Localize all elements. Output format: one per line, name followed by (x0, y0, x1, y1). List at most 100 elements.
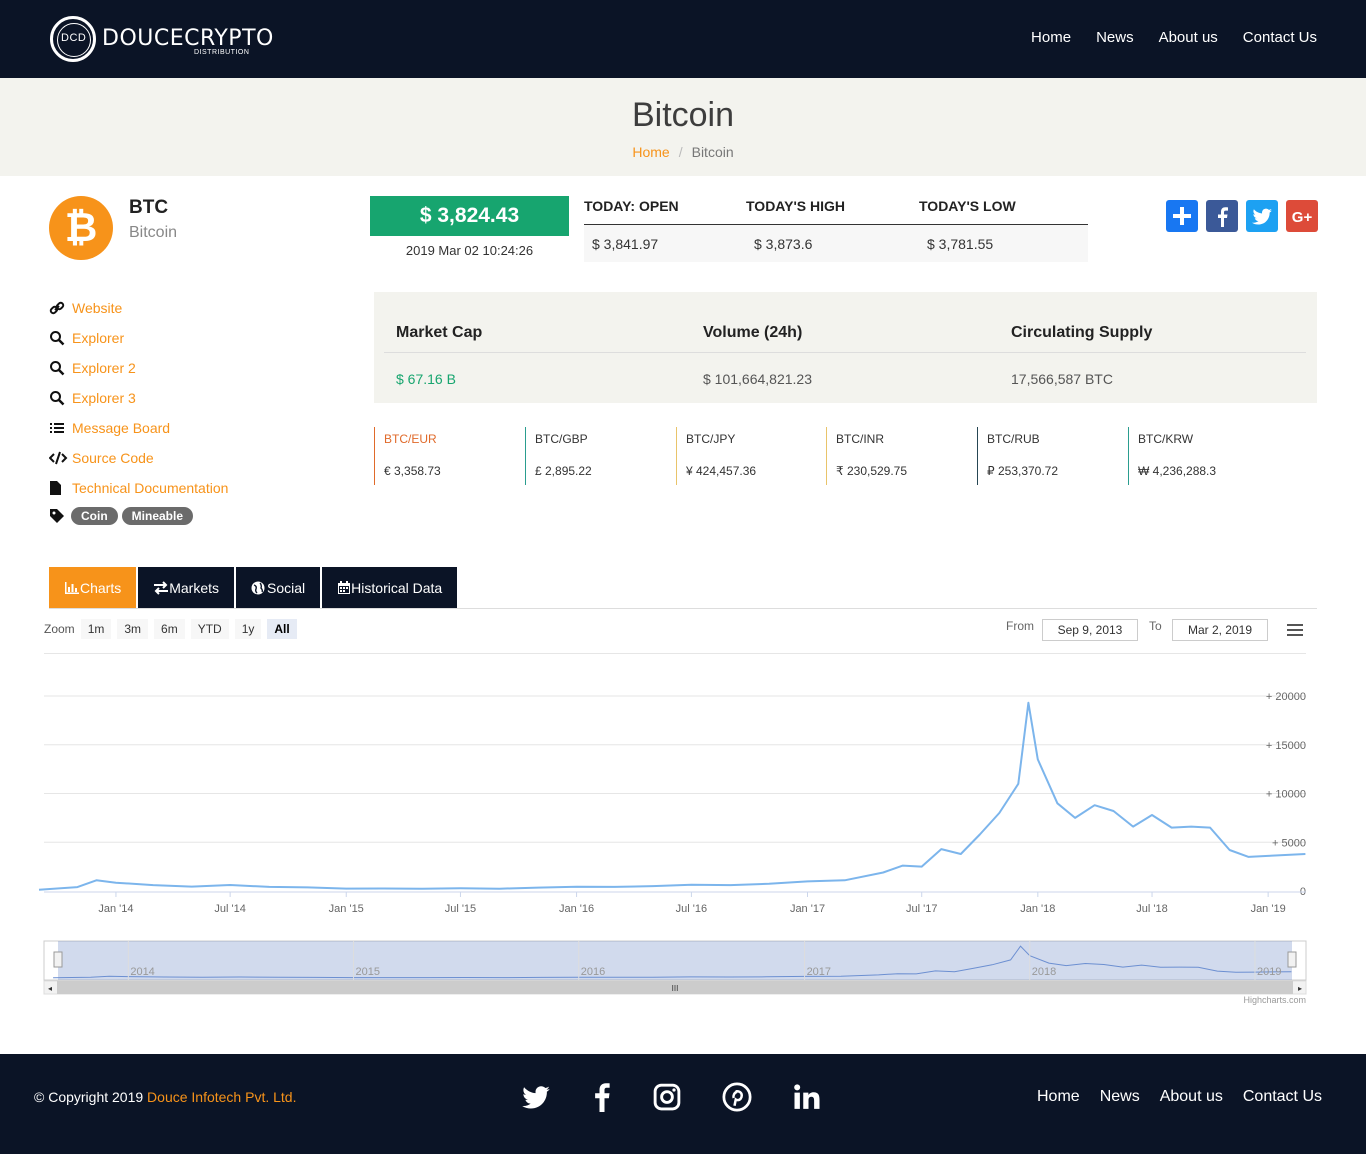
chart-top-divider (44, 653, 1306, 654)
range-to-label: To (1149, 619, 1162, 633)
tab-markets[interactable]: Markets (138, 567, 235, 608)
logo-mark: DCD (61, 32, 87, 44)
instagram-icon (653, 1083, 681, 1111)
currency-pairs: BTC/EUR € 3,358.73 BTC/GBP £ 2,895.22 BT… (374, 427, 1317, 485)
twitter-share-button[interactable] (1246, 200, 1278, 232)
footer-instagram-button[interactable] (652, 1082, 682, 1112)
link-explorer-3[interactable]: Explorer 3 (49, 387, 269, 409)
tab-social[interactable]: Social (236, 567, 321, 608)
zoom-1m-button[interactable]: 1m (80, 619, 112, 639)
x-tick-label: Jul '17 (906, 903, 937, 915)
navigator-mask (58, 941, 1292, 980)
tab-charts[interactable]: Charts (49, 567, 137, 608)
navigator-tick-label: 2019 (1257, 966, 1281, 978)
range-from-label: From (1006, 619, 1034, 633)
google-plus-icon: G+ (1292, 209, 1313, 226)
link-explorer-2-label[interactable]: Explorer 2 (72, 360, 136, 376)
breadcrumb-home[interactable]: Home (632, 144, 669, 160)
link-source-code-label[interactable]: Source Code (72, 450, 154, 466)
today-high-value: $ 3,873.6 (754, 236, 813, 252)
link-website[interactable]: Website (49, 297, 269, 319)
navigator-tick-label: 2014 (130, 966, 154, 978)
link-explorer-3-label[interactable]: Explorer 3 (72, 390, 136, 406)
x-tick-label: Jul '16 (676, 903, 707, 915)
zoom-3m-button[interactable]: 3m (117, 619, 149, 639)
pair-name: BTC/RUB (987, 432, 1040, 446)
svg-text:G+: G+ (1292, 209, 1313, 226)
link-message-board-label[interactable]: Message Board (72, 420, 170, 436)
tag-mineable[interactable]: Mineable (121, 507, 194, 525)
link-website-label[interactable]: Website (72, 300, 122, 316)
zoom-controls: Zoom 1m 3m 6m YTD 1y All (44, 619, 303, 639)
zoom-label: Zoom (44, 622, 75, 636)
tabs-divider (49, 608, 1317, 609)
footer-pinterest-button[interactable] (722, 1082, 752, 1112)
range-to-input[interactable]: Mar 2, 2019 (1172, 619, 1268, 641)
nav-about[interactable]: About us (1159, 29, 1218, 46)
nav-contact[interactable]: Contact Us (1243, 29, 1317, 46)
y-tick-label: + 10000 (1266, 789, 1306, 801)
breadcrumb: Home / Bitcoin (0, 144, 1366, 160)
zoom-ytd-button[interactable]: YTD (190, 619, 229, 639)
link-explorer-label[interactable]: Explorer (72, 330, 124, 346)
brand-logo[interactable]: DCD DOUCECRYPTO DISTRIBUTION (48, 14, 273, 64)
link-explorer-2[interactable]: Explorer 2 (49, 357, 269, 379)
copyright: © Copyright 2019 Douce Infotech Pvt. Ltd… (34, 1089, 296, 1105)
facebook-icon (595, 1083, 610, 1112)
file-icon (50, 481, 61, 495)
zoom-1y-button[interactable]: 1y (234, 619, 262, 639)
search-icon (50, 391, 65, 406)
pinterest-icon (722, 1082, 752, 1112)
footer-nav-about[interactable]: About us (1160, 1088, 1223, 1106)
plus-share-button[interactable] (1166, 200, 1198, 232)
zoom-all-button[interactable]: All (267, 619, 297, 639)
footer-linkedin-button[interactable] (792, 1082, 822, 1112)
tag-coin[interactable]: Coin (71, 507, 118, 525)
link-message-board[interactable]: Message Board (49, 417, 269, 439)
company-link[interactable]: Douce Infotech Pvt. Ltd. (147, 1089, 296, 1105)
tab-historical-data[interactable]: Historical Data (322, 567, 458, 608)
y-tick-label: + 20000 (1266, 691, 1306, 703)
link-technical-documentation-label[interactable]: Technical Documentation (72, 480, 228, 496)
footer-twitter-button[interactable] (521, 1082, 551, 1112)
scrollbar-track (43, 980, 1307, 995)
tab-charts-label: Charts (80, 579, 122, 596)
scrollbar-right-arrow-icon: ▸ (1298, 984, 1302, 993)
navigator-tick-label: 2017 (807, 966, 831, 978)
google-plus-share-button[interactable]: G+ (1286, 200, 1318, 232)
facebook-icon (1218, 207, 1228, 227)
pair-name: BTC/INR (836, 432, 884, 446)
x-tick-label: Jul '15 (445, 903, 476, 915)
coin-symbol: BTC (129, 197, 169, 218)
zoom-6m-button[interactable]: 6m (154, 619, 185, 639)
pair-value: £ 2,895.22 (535, 464, 592, 478)
nav-home[interactable]: Home (1031, 29, 1071, 46)
exchange-icon (154, 580, 169, 595)
x-tick-label: Jan '17 (790, 903, 825, 915)
footer-nav-home[interactable]: Home (1037, 1088, 1080, 1106)
nav-news[interactable]: News (1096, 29, 1134, 46)
highcharts-credits[interactable]: Highcharts.com (1206, 995, 1306, 1005)
footer-nav-news[interactable]: News (1100, 1088, 1140, 1106)
scrollbar-thumb (57, 981, 1293, 994)
pair-name: BTC/JPY (686, 432, 736, 446)
main-nav: Home News About us Contact Us (1031, 29, 1317, 46)
facebook-share-button[interactable] (1206, 200, 1238, 232)
today-open-label: TODAY: OPEN (584, 198, 679, 214)
market-cap-label: Market Cap (396, 324, 483, 341)
plus-share-icon (1173, 207, 1191, 225)
footer-nav-contact[interactable]: Contact Us (1243, 1088, 1322, 1106)
link-technical-documentation[interactable]: Technical Documentation (49, 477, 269, 499)
scrollbar-grip-icon: III (672, 984, 679, 993)
link-explorer[interactable]: Explorer (49, 327, 269, 349)
pair-value: ₽ 253,370.72 (987, 464, 1059, 478)
supply-label: Circulating Supply (1011, 324, 1153, 341)
bar-chart-icon (65, 581, 79, 594)
x-tick-label: Jan '16 (559, 903, 594, 915)
range-from-input[interactable]: Sep 9, 2013 (1042, 619, 1138, 641)
link-source-code[interactable]: Source Code (49, 447, 269, 469)
supply-value: 17,566,587 BTC (1011, 371, 1113, 387)
footer-facebook-button[interactable] (587, 1082, 617, 1112)
chart-menu-icon[interactable] (1287, 624, 1303, 636)
volume-value: $ 101,664,821.23 (703, 371, 812, 387)
